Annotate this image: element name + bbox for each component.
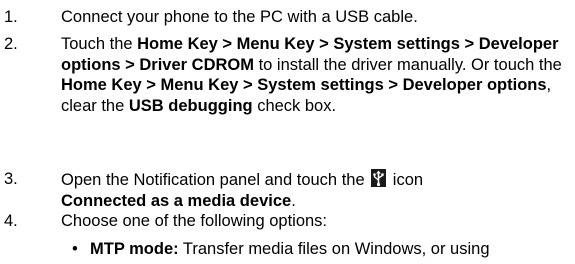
menu-path-developer-options: Home Key > Menu Key > System settings > …	[61, 76, 547, 94]
step-text: Connect your phone to the PC with a USB …	[61, 7, 571, 28]
step-number: 3.	[4, 170, 18, 188]
step-number: 2.	[4, 35, 18, 53]
bullet-marker: •	[72, 240, 78, 258]
step-number: 1.	[4, 8, 18, 26]
text-segment: Open the Notification panel and touch th…	[61, 171, 370, 189]
step-number: 4.	[4, 212, 18, 230]
mtp-mode-description: Transfer media files on Windows, or usin…	[178, 240, 490, 258]
mtp-mode-label: MTP mode:	[90, 240, 179, 258]
text-segment: check box.	[252, 96, 337, 115]
bullet-text: MTP mode: Transfer media files on Window…	[90, 239, 490, 260]
step-text: Touch the Home Key > Menu Key > System s…	[61, 34, 571, 116]
text-segment: icon	[388, 171, 424, 189]
usb-notification-icon	[371, 169, 387, 187]
instruction-page: 1. Connect your phone to the PC with a U…	[0, 0, 575, 264]
text-segment: .	[291, 191, 296, 210]
text-segment: Touch the	[61, 35, 138, 53]
step-4-text: Choose one of the following options:	[61, 212, 328, 230]
step-text: Open the Notification panel and touch th…	[61, 169, 571, 211]
text-segment: to install the driver manually. Or touch…	[253, 55, 562, 74]
step-text: Choose one of the following options:	[61, 211, 571, 232]
connected-as-media-device-label: Connected as a media device	[61, 191, 292, 210]
usb-debugging-label: USB debugging	[128, 96, 253, 115]
step-1-text: Connect your phone to the PC with a USB …	[61, 8, 418, 26]
